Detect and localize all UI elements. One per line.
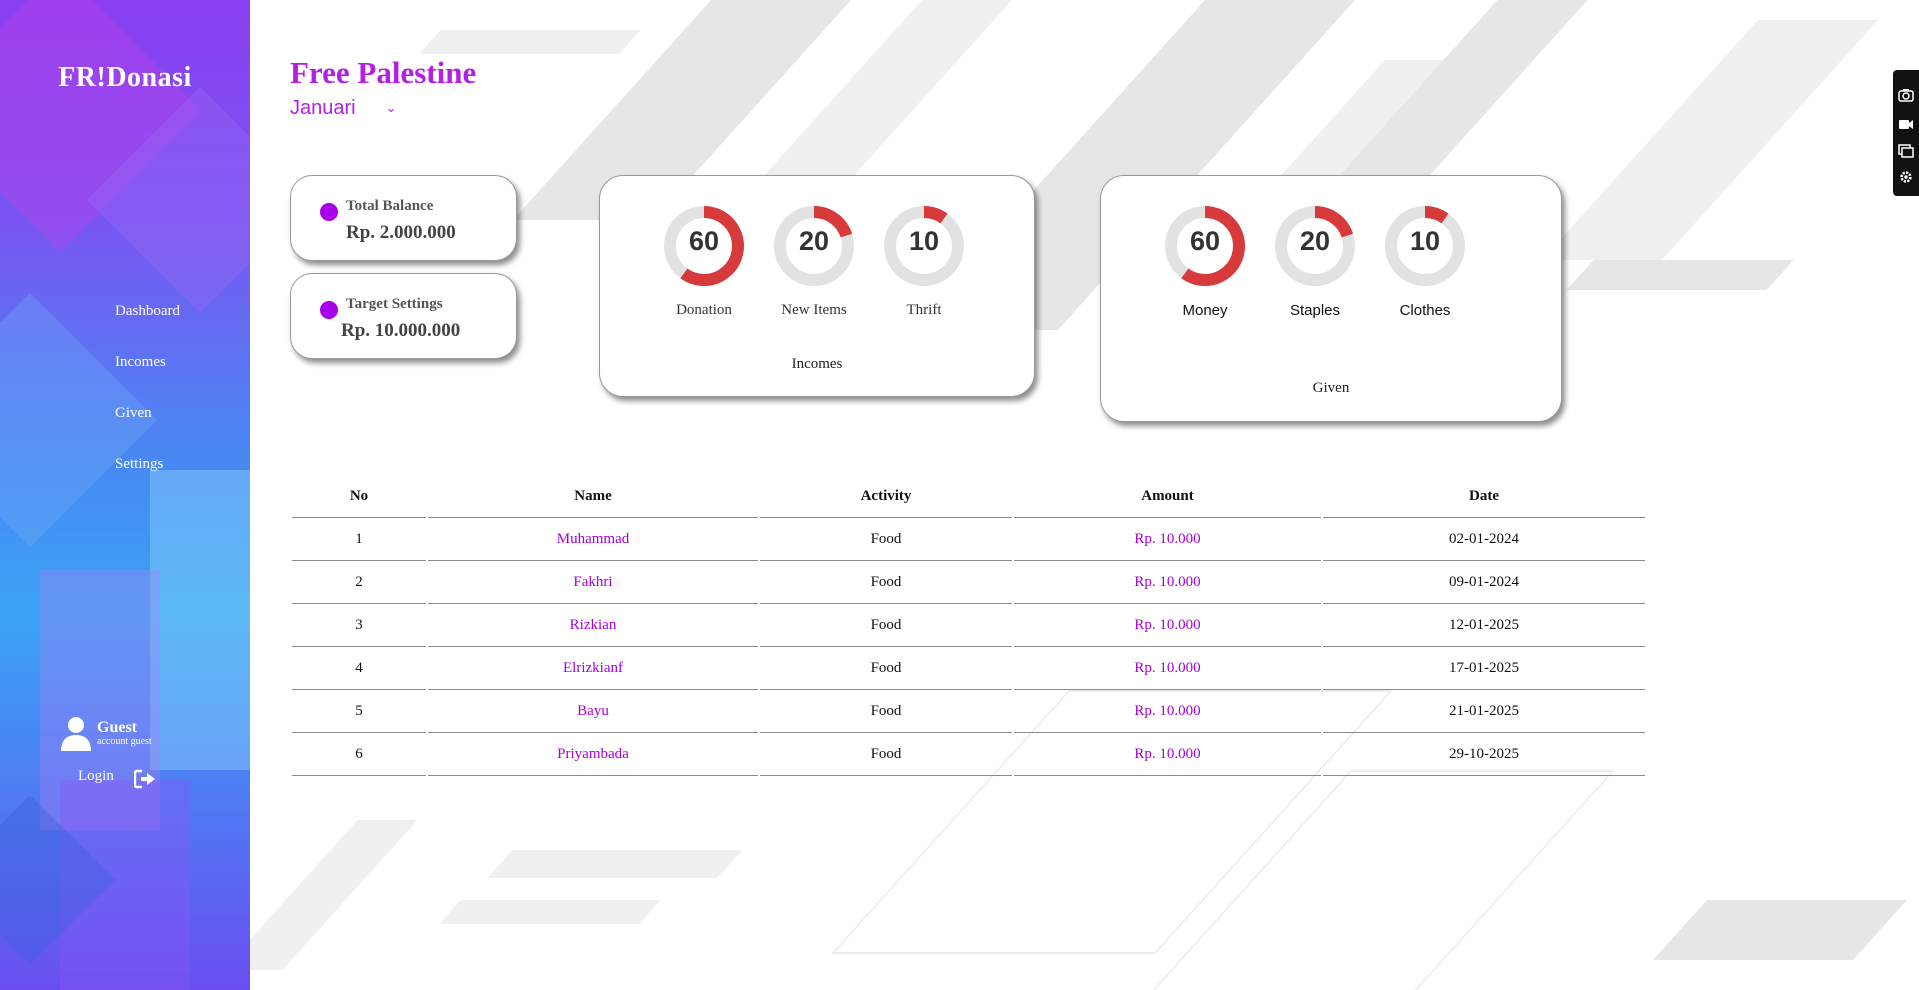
donut-thrift: 10 Thrift bbox=[882, 204, 966, 319]
login-link[interactable]: Login bbox=[78, 768, 114, 785]
cell-name[interactable]: Priyambada bbox=[428, 733, 758, 776]
video-icon[interactable] bbox=[1898, 117, 1914, 131]
page-title: Free Palestine bbox=[290, 55, 477, 90]
target-settings-card: Target Settings Rp. 10.000.000 bbox=[290, 273, 517, 359]
table-row: 4 Elrizkianf Food Rp. 10.000 17-01-2025 bbox=[292, 647, 1645, 690]
donut-value: 10 bbox=[1409, 226, 1441, 256]
donut-value: 20 bbox=[1299, 226, 1331, 256]
donut-label: Money bbox=[1182, 302, 1228, 319]
donut-money: 60 Money bbox=[1163, 204, 1247, 319]
cell-date: 21-01-2025 bbox=[1323, 690, 1645, 733]
column-header-no: No bbox=[292, 475, 426, 518]
table-row: 6 Priyambada Food Rp. 10.000 29-10-2025 bbox=[292, 733, 1645, 776]
given-caption: Given bbox=[1312, 380, 1350, 396]
cell-activity: Food bbox=[760, 561, 1012, 604]
cell-date: 17-01-2025 bbox=[1323, 647, 1645, 690]
cell-amount: Rp. 10.000 bbox=[1014, 604, 1321, 647]
chevron-down-icon: ⌄ bbox=[385, 100, 397, 115]
table-row: 3 Rizkian Food Rp. 10.000 12-01-2025 bbox=[292, 604, 1645, 647]
table-header-row: No Name Activity Amount Date bbox=[292, 475, 1645, 518]
sidebar: FR!Donasi Dashboard Incomes Given Settin… bbox=[0, 0, 250, 990]
donut-staples: 20 Staples bbox=[1273, 204, 1357, 319]
windows-icon[interactable] bbox=[1898, 144, 1914, 158]
sidebar-nav: Dashboard Incomes Given Settings bbox=[115, 303, 180, 507]
donut-value: 20 bbox=[798, 226, 830, 256]
donut-label: Donation bbox=[676, 302, 732, 318]
total-balance-label: Total Balance bbox=[346, 198, 434, 214]
column-header-amount: Amount bbox=[1014, 475, 1321, 518]
cell-no: 3 bbox=[292, 604, 426, 647]
given-card: 60 Money 20 Staples 10 Clothes Given bbox=[1100, 175, 1562, 422]
sidebar-item-given[interactable]: Given bbox=[115, 405, 180, 456]
sidebar-item-dashboard[interactable]: Dashboard bbox=[115, 303, 180, 354]
sidebar-item-incomes[interactable]: Incomes bbox=[115, 354, 180, 405]
donut-value: 60 bbox=[1189, 226, 1221, 256]
donut-label: Staples bbox=[1289, 302, 1341, 319]
cell-no: 2 bbox=[292, 561, 426, 604]
cell-amount: Rp. 10.000 bbox=[1014, 561, 1321, 604]
table-row: 5 Bayu Food Rp. 10.000 21-01-2025 bbox=[292, 690, 1645, 733]
user-icon bbox=[61, 717, 91, 751]
cell-no: 6 bbox=[292, 733, 426, 776]
donut-clothes: 10 Clothes bbox=[1383, 204, 1467, 319]
cell-date: 12-01-2025 bbox=[1323, 604, 1645, 647]
month-select[interactable]: Januari ⌄ bbox=[290, 97, 397, 120]
cell-activity: Food bbox=[760, 604, 1012, 647]
cell-amount: Rp. 10.000 bbox=[1014, 518, 1321, 561]
incomes-caption: Incomes bbox=[791, 356, 843, 372]
cell-name[interactable]: Bayu bbox=[428, 690, 758, 733]
sidebar-item-settings[interactable]: Settings bbox=[115, 456, 180, 507]
column-header-date: Date bbox=[1323, 475, 1645, 518]
camera-icon[interactable] bbox=[1898, 88, 1914, 102]
user-name: Guest bbox=[97, 719, 137, 736]
month-select-value: Januari bbox=[290, 97, 356, 119]
cell-name[interactable]: Elrizkianf bbox=[428, 647, 758, 690]
donut-value: 10 bbox=[908, 226, 940, 256]
column-header-activity: Activity bbox=[760, 475, 1012, 518]
logout-icon[interactable] bbox=[134, 769, 156, 789]
total-balance-value: Rp. 2.000.000 bbox=[346, 222, 456, 243]
donut-label: Thrift bbox=[906, 302, 942, 318]
cell-activity: Food bbox=[760, 647, 1012, 690]
donut-donation: 60 Donation bbox=[662, 204, 746, 319]
donut-label: New Items bbox=[781, 302, 847, 318]
brand-logo[interactable]: FR!Donasi bbox=[0, 62, 250, 94]
cell-amount: Rp. 10.000 bbox=[1014, 690, 1321, 733]
cell-no: 1 bbox=[292, 518, 426, 561]
status-dot bbox=[320, 203, 338, 221]
cell-amount: Rp. 10.000 bbox=[1014, 647, 1321, 690]
cell-date: 09-01-2024 bbox=[1323, 561, 1645, 604]
cell-activity: Food bbox=[760, 690, 1012, 733]
gear-icon[interactable] bbox=[1898, 170, 1914, 184]
cell-name[interactable]: Muhammad bbox=[428, 518, 758, 561]
incomes-card: 60 Donation 20 New Items 10 Thrift Incom… bbox=[599, 175, 1035, 397]
cell-activity: Food bbox=[760, 518, 1012, 561]
donation-table: No Name Activity Amount Date 1 Muhammad … bbox=[290, 475, 1647, 776]
donut-value: 60 bbox=[688, 226, 720, 256]
target-settings-label: Target Settings bbox=[346, 296, 443, 312]
cell-no: 4 bbox=[292, 647, 426, 690]
table-row: 2 Fakhri Food Rp. 10.000 09-01-2024 bbox=[292, 561, 1645, 604]
donut-label: Clothes bbox=[1399, 302, 1451, 319]
table-row: 1 Muhammad Food Rp. 10.000 02-01-2024 bbox=[292, 518, 1645, 561]
cell-amount: Rp. 10.000 bbox=[1014, 733, 1321, 776]
column-header-name: Name bbox=[428, 475, 758, 518]
floating-toolbar bbox=[1893, 70, 1919, 196]
target-settings-value: Rp. 10.000.000 bbox=[341, 320, 461, 341]
main-content: Free Palestine Januari ⌄ Total Balance Rp… bbox=[250, 0, 1919, 990]
cell-date: 02-01-2024 bbox=[1323, 518, 1645, 561]
cell-date: 29-10-2025 bbox=[1323, 733, 1645, 776]
cell-no: 5 bbox=[292, 690, 426, 733]
cell-name[interactable]: Fakhri bbox=[428, 561, 758, 604]
total-balance-card: Total Balance Rp. 2.000.000 bbox=[290, 175, 517, 261]
user-role: account guest bbox=[97, 736, 152, 747]
status-dot bbox=[320, 301, 338, 319]
cell-name[interactable]: Rizkian bbox=[428, 604, 758, 647]
cell-activity: Food bbox=[760, 733, 1012, 776]
donut-new-items: 20 New Items bbox=[772, 204, 856, 319]
